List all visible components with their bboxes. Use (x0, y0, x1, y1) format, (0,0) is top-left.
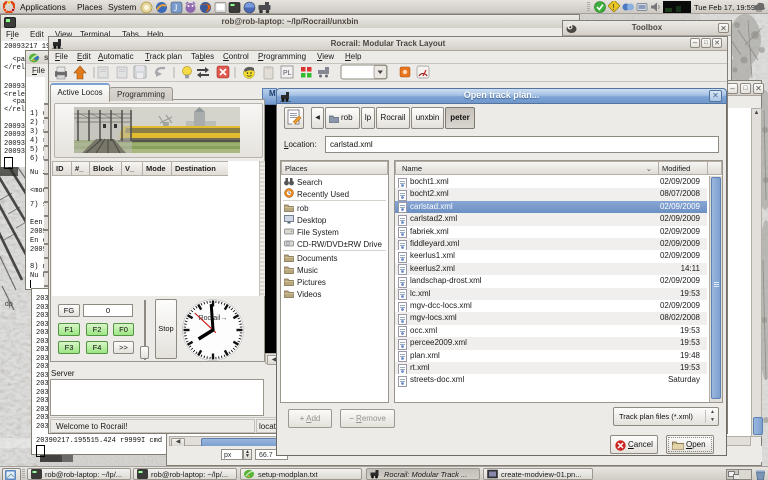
svg-text:!: ! (613, 3, 615, 12)
svg-text:dp: dp (5, 301, 13, 308)
svg-text:J: J (174, 3, 178, 13)
svg-text:PL: PL (283, 70, 292, 77)
